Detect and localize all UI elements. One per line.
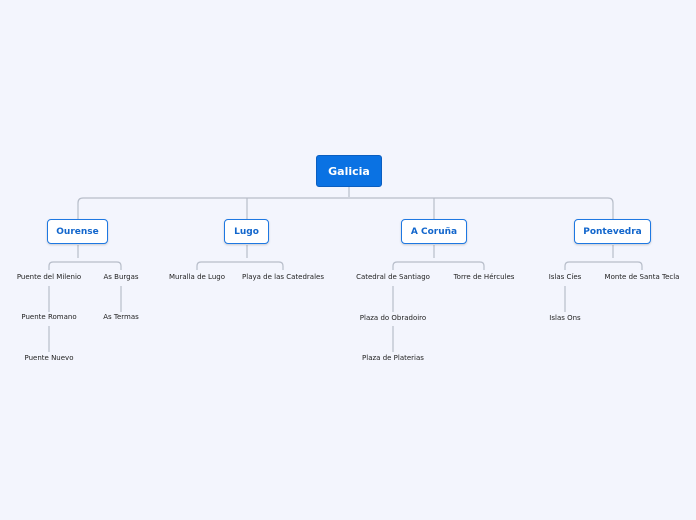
topic-plaza-do-obradoiro[interactable]: Plaza do Obradoiro xyxy=(360,314,426,323)
branch-a-coruna[interactable]: A Coruña xyxy=(401,219,467,244)
topic-catedral-de-santiago[interactable]: Catedral de Santiago xyxy=(356,273,430,282)
branch-lugo[interactable]: Lugo xyxy=(224,219,269,244)
topic-as-termas[interactable]: As Termas xyxy=(103,313,139,322)
topic-monte-de-santa-tecla[interactable]: Monte de Santa Tecla xyxy=(605,273,680,282)
topic-puente-del-milenio[interactable]: Puente del Milenio xyxy=(17,273,81,282)
topic-puente-nuevo[interactable]: Puente Nuevo xyxy=(25,354,74,363)
topic-islas-cies[interactable]: Islas Cíes xyxy=(549,273,582,282)
topic-muralla-de-lugo[interactable]: Muralla de Lugo xyxy=(169,273,225,282)
root-topic[interactable]: Galicia xyxy=(316,155,382,187)
topic-plaza-de-platerias[interactable]: Plaza de Platerias xyxy=(362,354,424,363)
connector-lines xyxy=(48,187,643,352)
topic-torre-de-hercules[interactable]: Torre de Hércules xyxy=(454,273,515,282)
topic-puente-romano[interactable]: Puente Romano xyxy=(21,313,76,322)
topic-playa-de-las-catedrales[interactable]: Playa de las Catedrales xyxy=(242,273,324,282)
branch-pontevedra[interactable]: Pontevedra xyxy=(574,219,651,244)
topic-islas-ons[interactable]: Islas Ons xyxy=(549,314,580,323)
branch-ourense[interactable]: Ourense xyxy=(47,219,108,244)
topic-as-burgas[interactable]: As Burgas xyxy=(103,273,138,282)
